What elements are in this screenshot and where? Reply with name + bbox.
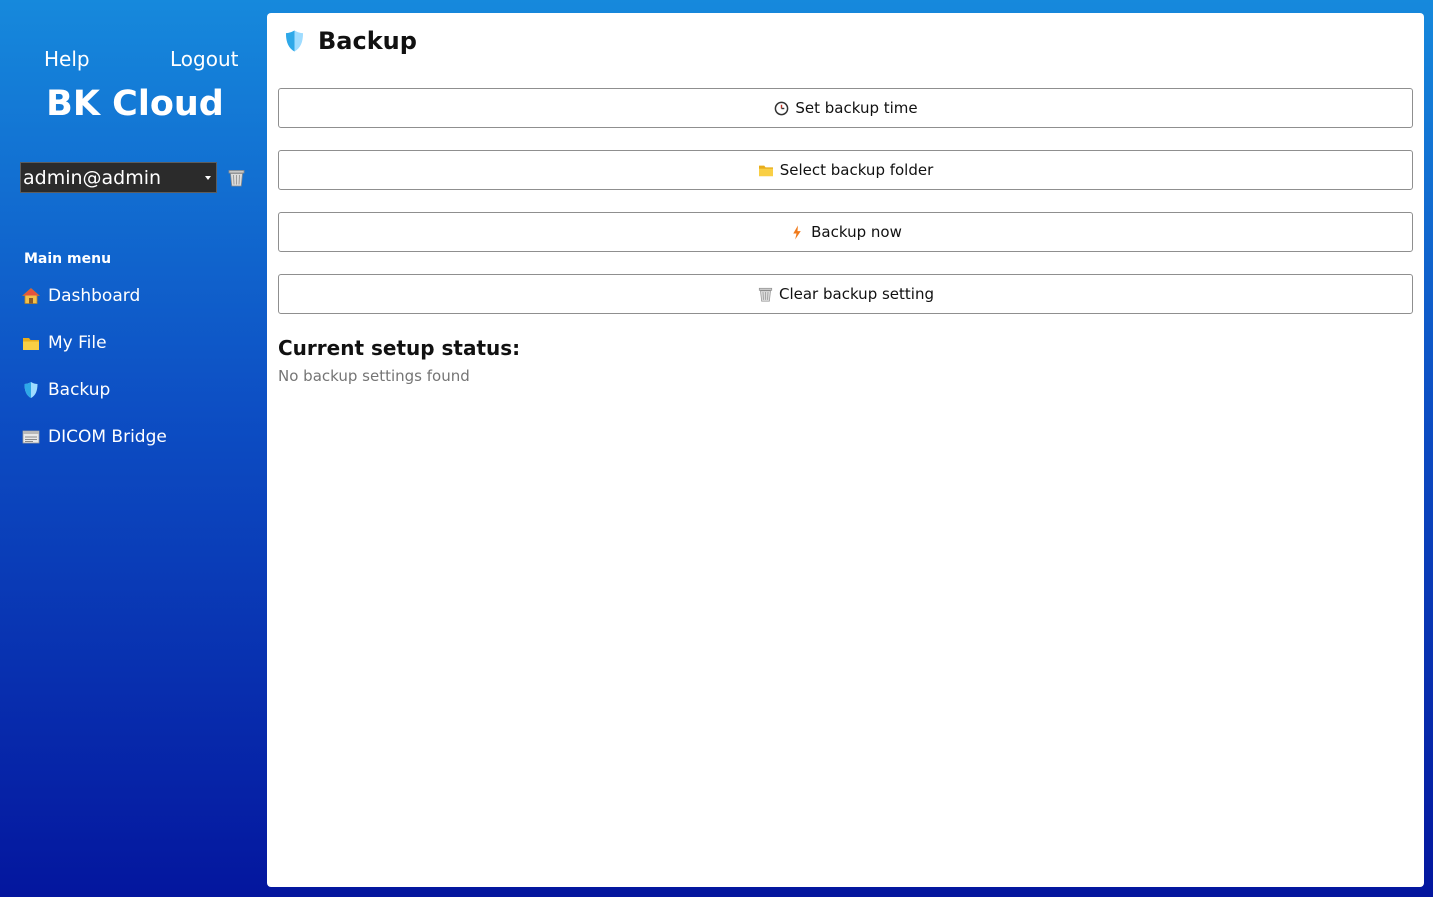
- sidebar-item-label: DICOM Bridge: [48, 427, 167, 447]
- trash-icon: [757, 286, 773, 302]
- app-title: BK Cloud: [46, 84, 224, 124]
- sidebar-item-label: Backup: [48, 380, 111, 400]
- button-label: Select backup folder: [779, 161, 934, 179]
- sidebar-item-label: Dashboard: [48, 286, 141, 306]
- logout-link[interactable]: Logout: [170, 47, 238, 71]
- menu-heading: Main menu: [24, 251, 112, 267]
- trash-icon[interactable]: [227, 169, 245, 187]
- backup-actions: Set backup time Select backup folder Bac…: [278, 88, 1413, 336]
- help-link[interactable]: Help: [44, 47, 90, 71]
- shield-icon: [22, 381, 40, 399]
- page-header: Backup: [284, 27, 417, 55]
- shield-icon: [284, 29, 306, 53]
- sidebar-item-dashboard[interactable]: Dashboard: [22, 283, 167, 330]
- sidebar: Help Logout BK Cloud admin@admin Main me…: [0, 0, 267, 897]
- status-heading: Current setup status:: [278, 336, 521, 360]
- button-label: Set backup time: [795, 99, 918, 117]
- folder-icon: [22, 334, 40, 352]
- house-icon: [22, 287, 40, 305]
- user-row: admin@admin: [20, 162, 245, 193]
- button-label: Backup now: [811, 223, 902, 241]
- select-backup-folder-button[interactable]: Select backup folder: [278, 150, 1413, 190]
- sidebar-item-my-file[interactable]: My File: [22, 330, 167, 377]
- backup-now-button[interactable]: Backup now: [278, 212, 1413, 252]
- set-backup-time-button[interactable]: Set backup time: [278, 88, 1413, 128]
- sidebar-item-dicom-bridge[interactable]: DICOM Bridge: [22, 424, 167, 471]
- button-label: Clear backup setting: [779, 285, 934, 303]
- user-select[interactable]: admin@admin: [20, 162, 217, 193]
- main-menu: Dashboard My File Backup DICOM Bridge: [22, 283, 167, 471]
- lightning-icon: [789, 224, 805, 240]
- user-select-value: admin@admin: [23, 166, 162, 189]
- bridge-card-icon: [22, 428, 40, 446]
- clock-icon: [773, 100, 789, 116]
- sidebar-item-backup[interactable]: Backup: [22, 377, 167, 424]
- page-title: Backup: [318, 27, 417, 55]
- sidebar-item-label: My File: [48, 333, 107, 353]
- main-panel: Backup Set backup time Select backup fol…: [267, 13, 1424, 887]
- folder-icon: [758, 162, 774, 178]
- clear-backup-setting-button[interactable]: Clear backup setting: [278, 274, 1413, 314]
- chevron-down-icon: [205, 176, 211, 180]
- status-text: No backup settings found: [278, 367, 470, 385]
